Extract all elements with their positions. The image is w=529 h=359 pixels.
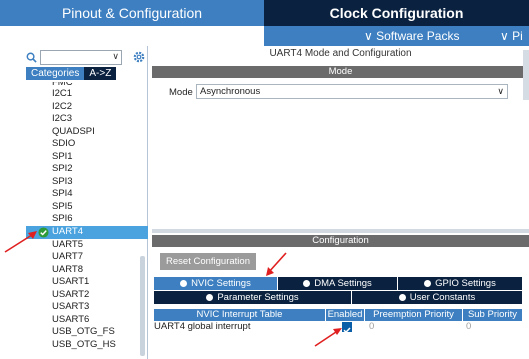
list-item[interactable]: USART1 [26,276,148,289]
list-item[interactable]: UART5 [26,239,148,252]
left-panel: ∨ Categories A->Z FMC I2C1 I2C2 I2C3 QUA… [0,46,148,359]
list-item[interactable]: USART6 [26,314,148,327]
tab-parameter-settings[interactable]: Parameter Settings [154,291,351,304]
list-scrollbar[interactable] [140,256,145,356]
search-icon[interactable] [26,52,37,63]
list-item[interactable]: I2C3 [26,113,148,126]
chevron-down-icon[interactable]: ∨ [112,51,119,62]
search-input[interactable]: ∨ [40,50,122,65]
dot-icon [398,294,406,301]
tab-gpio-settings[interactable]: GPIO Settings [398,277,522,290]
list-item-label: UART4 [52,226,83,238]
configuration-header: Configuration [152,235,529,247]
table-cell-preemption[interactable]: 0 [369,321,459,333]
tab-pinout-configuration[interactable]: Pinout & Configuration [0,0,264,26]
list-item[interactable]: USB_OTG_FS [26,326,148,339]
gear-icon[interactable] [132,50,146,64]
chevron-down-icon[interactable]: ∨ [497,85,504,98]
tab-label: DMA Settings [314,278,372,289]
dot-icon [424,280,432,287]
peripheral-list: FMC I2C1 I2C2 I2C3 QUADSPI SDIO SPI1 SPI… [26,82,148,351]
mode-header: Mode [152,66,529,78]
red-arrow-icon [266,252,287,276]
sub-bar-right: ∨ Software Packs ∨ Pi [264,26,529,46]
dot-icon [206,294,214,301]
dot-icon [303,280,311,287]
tab-label: Parameter Settings [217,292,299,303]
mode-label: Mode [169,87,193,98]
panel-title: UART4 Mode and Configuration [269,48,412,59]
table-header[interactable]: NVIC Interrupt Table [154,309,325,321]
mode-select[interactable]: Asynchronous ∨ [196,84,508,99]
table-cell-sub-priority[interactable]: 0 [466,321,516,333]
reset-configuration-button[interactable]: Reset Configuration [160,253,256,270]
list-item[interactable]: I2C2 [26,101,148,114]
sub-bar-left [0,26,264,46]
search-row: ∨ [2,48,148,66]
tab-label: GPIO Settings [435,278,496,289]
splitter[interactable] [152,229,529,233]
stm32cube-window: Pinout & Configuration Clock Configurati… [0,0,529,359]
list-item[interactable]: SDIO [26,138,148,151]
tab-user-constants[interactable]: User Constants [352,291,522,304]
tab-clock-configuration[interactable]: Clock Configuration [264,0,529,26]
list-item[interactable]: SPI2 [26,163,148,176]
right-panel: UART4 Mode and Configuration Mode Mode A… [152,46,529,359]
tab-nvic-settings[interactable]: NVIC Settings [154,277,277,290]
table-header[interactable]: Sub Priority [463,309,522,321]
list-item[interactable]: QUADSPI [26,126,148,139]
tab-label: NVIC Settings [191,278,251,289]
category-tabs: Categories A->Z [26,67,117,80]
list-item[interactable]: UART8 [26,264,148,277]
list-item[interactable]: UART7 [26,251,148,264]
list-item[interactable]: USART3 [26,301,148,314]
table-cell-name: UART4 global interrupt [154,321,251,332]
red-arrow-icon [4,231,37,253]
list-item[interactable]: I2C1 [26,88,148,101]
tab-categories[interactable]: Categories [26,67,85,80]
table-header[interactable]: Enabled [326,309,364,321]
list-item-selected[interactable]: UART4 [26,226,148,239]
right-scrollbar[interactable] [523,50,529,100]
list-item[interactable]: SPI3 [26,176,148,189]
mode-value: Asynchronous [200,86,261,97]
tab-dma-settings[interactable]: DMA Settings [278,277,397,290]
table-header[interactable]: Preemption Priority [365,309,462,321]
list-item[interactable]: SPI4 [26,188,148,201]
tab-a-z[interactable]: A->Z [84,67,117,80]
list-item[interactable]: SPI1 [26,151,148,164]
dot-icon [180,280,188,287]
list-item[interactable]: SPI5 [26,201,148,214]
pinout-menu[interactable]: ∨ Pi [500,29,523,43]
list-item[interactable]: USB_OTG_HS [26,339,148,352]
list-item[interactable]: USART2 [26,289,148,302]
software-packs-menu[interactable]: ∨ Software Packs [364,29,459,43]
list-item[interactable]: SPI6 [26,213,148,226]
red-arrow-icon [314,328,342,347]
tab-label: User Constants [409,292,476,303]
